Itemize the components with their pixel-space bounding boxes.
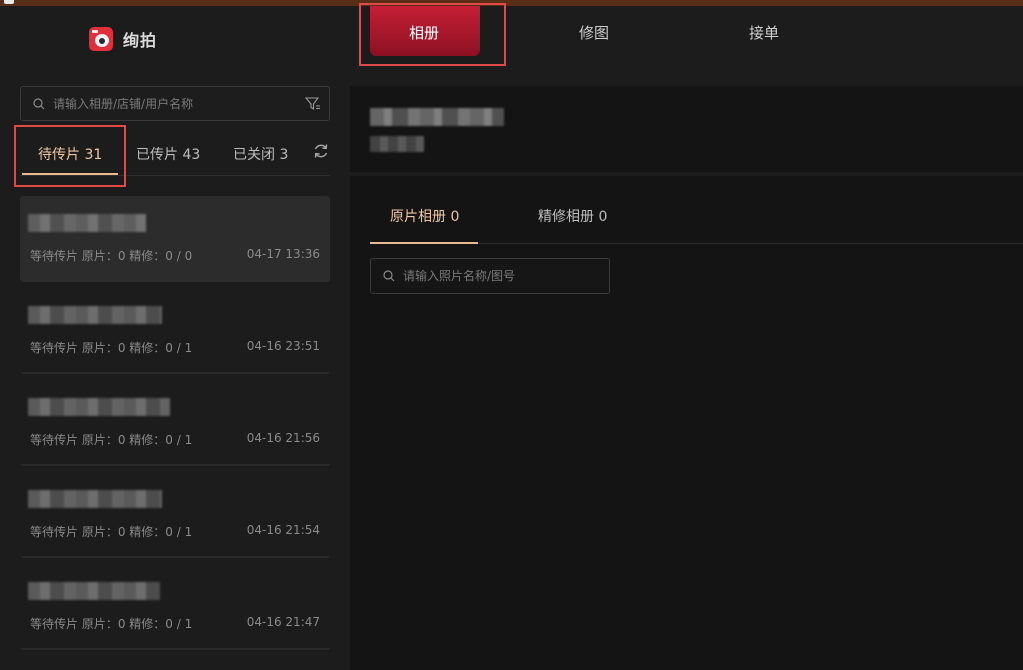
refresh-icon[interactable]: [312, 142, 330, 160]
redacted-album-title: [28, 398, 170, 416]
album-time: 04-16 23:51: [246, 339, 320, 353]
album-list: 等待传片 原片：0 精修：0 / 0 04-17 13:36 等待传片 原片：0…: [20, 196, 330, 656]
album-status: 等待传片 原片：0 精修：0 / 1: [30, 617, 193, 631]
redacted-album-title: [28, 582, 160, 600]
redacted-album-title: [28, 306, 162, 324]
left-panel: 绚拍 待传片 31 已传片 43 已关闭 3 等待传片 原片：0 精修：0 / …: [0, 6, 350, 670]
redacted-album-title: [28, 490, 162, 508]
active-subtab-underline: [370, 242, 478, 244]
redacted-album-title: [28, 214, 146, 232]
nav-tab-orders[interactable]: 接单: [749, 22, 779, 43]
album-card[interactable]: 等待传片 原片：0 精修：0 / 1 04-16 21:47: [20, 564, 330, 650]
album-content: 原片相册 0 精修相册 0: [350, 176, 1023, 670]
camera-logo-icon: [89, 27, 113, 51]
redacted-album-subtitle: [370, 136, 424, 152]
search-icon: [33, 97, 45, 109]
album-time: 04-17 13:36: [246, 247, 320, 261]
window-icon: [4, 0, 14, 4]
album-search-box[interactable]: [20, 86, 330, 121]
tab-closed[interactable]: 已关闭 3: [233, 144, 288, 164]
photo-search-input[interactable]: [403, 269, 609, 283]
album-search-input[interactable]: [53, 96, 329, 111]
photo-search-box[interactable]: [370, 258, 610, 294]
tab-retouched-album[interactable]: 精修相册 0: [538, 206, 607, 226]
album-time: 04-16 21:56: [246, 431, 320, 445]
album-card[interactable]: 等待传片 原片：0 精修：0 / 1 04-16 23:51: [20, 288, 330, 374]
album-card[interactable]: 等待传片 原片：0 精修：0 / 1 04-16 21:56: [20, 380, 330, 466]
album-status: 等待传片 原片：0 精修：0 / 1: [30, 525, 193, 539]
app-name: 绚拍: [123, 31, 158, 50]
tab-original-album[interactable]: 原片相册 0: [390, 206, 459, 226]
brand: 绚拍: [89, 26, 157, 52]
nav-tab-retouch[interactable]: 修图: [579, 22, 609, 43]
album-subtabs: 原片相册 0 精修相册 0: [370, 176, 1023, 244]
album-status: 等待传片 原片：0 精修：0 / 0: [30, 249, 193, 263]
search-icon: [383, 270, 395, 282]
album-time: 04-16 21:54: [246, 523, 320, 537]
filter-icon[interactable]: [305, 96, 321, 112]
album-time: 04-16 21:47: [246, 615, 320, 629]
tab-uploaded[interactable]: 已传片 43: [136, 144, 200, 164]
pending-tab-highlight: [14, 125, 126, 187]
album-status: 等待传片 原片：0 精修：0 / 1: [30, 433, 193, 447]
album-header: [350, 86, 1023, 172]
album-card[interactable]: 等待传片 原片：0 精修：0 / 1 04-16 21:54: [20, 472, 330, 558]
album-nav-highlight: [359, 3, 506, 66]
album-status: 等待传片 原片：0 精修：0 / 1: [30, 341, 193, 355]
album-card[interactable]: 等待传片 原片：0 精修：0 / 0 04-17 13:36: [20, 196, 330, 282]
redacted-album-name: [370, 108, 504, 126]
